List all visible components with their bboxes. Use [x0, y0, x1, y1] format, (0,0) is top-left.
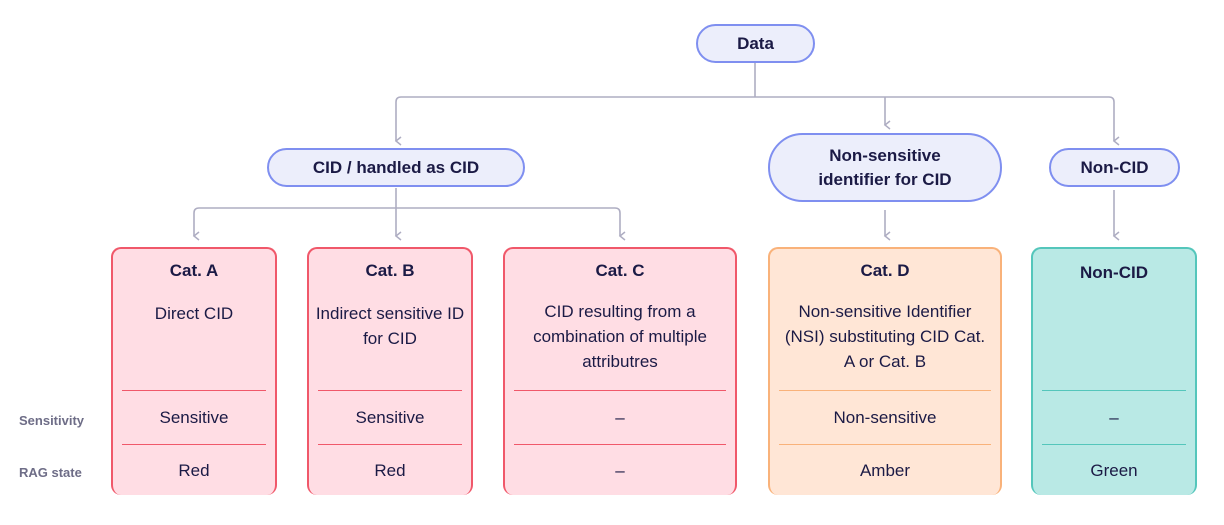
divider — [514, 390, 726, 391]
category-card-a: Cat. A Direct CID Sensitive Red — [111, 247, 277, 495]
rag-value: Red — [374, 461, 406, 480]
row-label-rag-state: RAG state — [19, 465, 82, 480]
category-title: Cat. D — [860, 261, 910, 280]
category-card-b: Cat. B Indirect sensitive ID for CID Sen… — [307, 247, 473, 495]
category-card-d: Cat. D Non-sensitive Identifier (NSI) su… — [768, 247, 1002, 495]
category-card-non-cid: Non-CID – Green — [1031, 247, 1197, 495]
category-card-c: Cat. C CID resulting from a combination … — [503, 247, 737, 495]
connector-cid-to-c — [396, 207, 626, 241]
rag-value: Amber — [859, 461, 911, 480]
root-node-data: Data — [696, 24, 815, 63]
divider — [318, 444, 462, 445]
sensitivity-value: – — [1109, 408, 1119, 427]
sensitivity-value: Sensitive — [159, 408, 229, 427]
divider — [1042, 390, 1186, 391]
divider — [122, 390, 266, 391]
root-node-label: Data — [737, 33, 774, 53]
category-description: Non-sensitive Identifier (NSI) substitut… — [784, 302, 986, 371]
divider — [779, 444, 991, 445]
category-description: CID resulting from a combination of mult… — [533, 302, 707, 371]
node-nsi-label: Non-sensitive identifier for CID — [818, 145, 952, 189]
divider — [1042, 444, 1186, 445]
category-description: Indirect sensitive ID for CID — [315, 304, 465, 348]
node-cid-handled-as-cid: CID / handled as CID — [267, 148, 525, 187]
divider — [514, 444, 726, 445]
sensitivity-value: – — [615, 408, 625, 427]
divider — [122, 444, 266, 445]
node-non-cid: Non-CID — [1049, 148, 1180, 187]
category-description: Direct CID — [154, 304, 234, 323]
node-cid-label: CID / handled as CID — [312, 157, 480, 177]
connector-cid-to-a — [192, 207, 396, 241]
divider — [779, 390, 991, 391]
divider — [318, 390, 462, 391]
row-label-sensitivity: Sensitivity — [19, 413, 85, 428]
category-title: Cat. A — [169, 261, 219, 280]
rag-value: Red — [178, 461, 210, 480]
rag-value: – — [615, 461, 625, 480]
category-title: Cat. C — [595, 261, 645, 280]
node-noncid-label: Non-CID — [1080, 157, 1149, 177]
node-non-sensitive-identifier: Non-sensitive identifier for CID — [768, 133, 1002, 202]
rag-value: Green — [1090, 461, 1138, 480]
category-title: Cat. B — [365, 261, 415, 280]
sensitivity-value: Non-sensitive — [833, 408, 937, 427]
category-title: Non-CID — [1080, 263, 1148, 282]
connector-root-to-cid — [394, 96, 755, 146]
sensitivity-value: Sensitive — [355, 408, 425, 427]
